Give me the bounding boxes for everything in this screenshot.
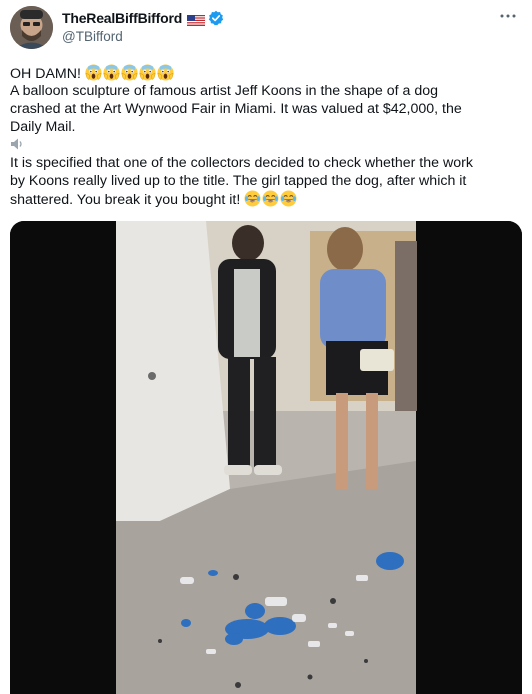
display-name[interactable]: TheRealBiffBifford — [62, 10, 182, 26]
video-frame — [10, 221, 522, 694]
joy-emoji — [262, 190, 279, 207]
joy-emoji — [280, 190, 297, 207]
handle[interactable]: @TBifford — [62, 29, 224, 44]
speaker-row — [10, 137, 522, 152]
scream-emoji — [103, 64, 120, 81]
scream-emoji-row — [85, 64, 175, 81]
text-line: shattered. You break it you bought it! — [10, 190, 522, 208]
text-line: by Koons really lived up to the title. T… — [10, 173, 467, 189]
joy-emoji-row — [244, 190, 298, 207]
text-line: It is specified that one of the collecto… — [10, 155, 473, 171]
exclamation: OH DAMN! — [10, 66, 81, 82]
us-flag-icon — [187, 13, 206, 26]
joy-emoji — [244, 190, 261, 207]
text-line: A balloon sculpture of famous artist Jef… — [10, 83, 439, 99]
avatar[interactable] — [10, 6, 53, 49]
scream-emoji — [121, 64, 138, 81]
more-options-icon[interactable] — [498, 9, 518, 23]
text-line: OH DAMN! — [10, 64, 522, 82]
scream-emoji — [139, 64, 156, 81]
tweet-card[interactable]: TheRealBiffBifford @TBifford OH DAMN! A … — [0, 0, 532, 694]
text-segment: shattered. You break it you bought it! — [10, 192, 241, 208]
author-block: TheRealBiffBifford @TBifford — [62, 9, 224, 44]
text-line: crashed at the Art Wynwood Fair in Miami… — [10, 101, 462, 117]
scream-emoji — [85, 64, 102, 81]
scream-emoji — [157, 64, 174, 81]
verified-badge-icon — [208, 10, 224, 26]
speaker-icon — [10, 137, 26, 151]
text-line: Daily Mail. — [10, 119, 76, 135]
video-player[interactable] — [10, 221, 522, 694]
tweet-text: OH DAMN! A balloon sculpture of famous a… — [10, 64, 522, 208]
